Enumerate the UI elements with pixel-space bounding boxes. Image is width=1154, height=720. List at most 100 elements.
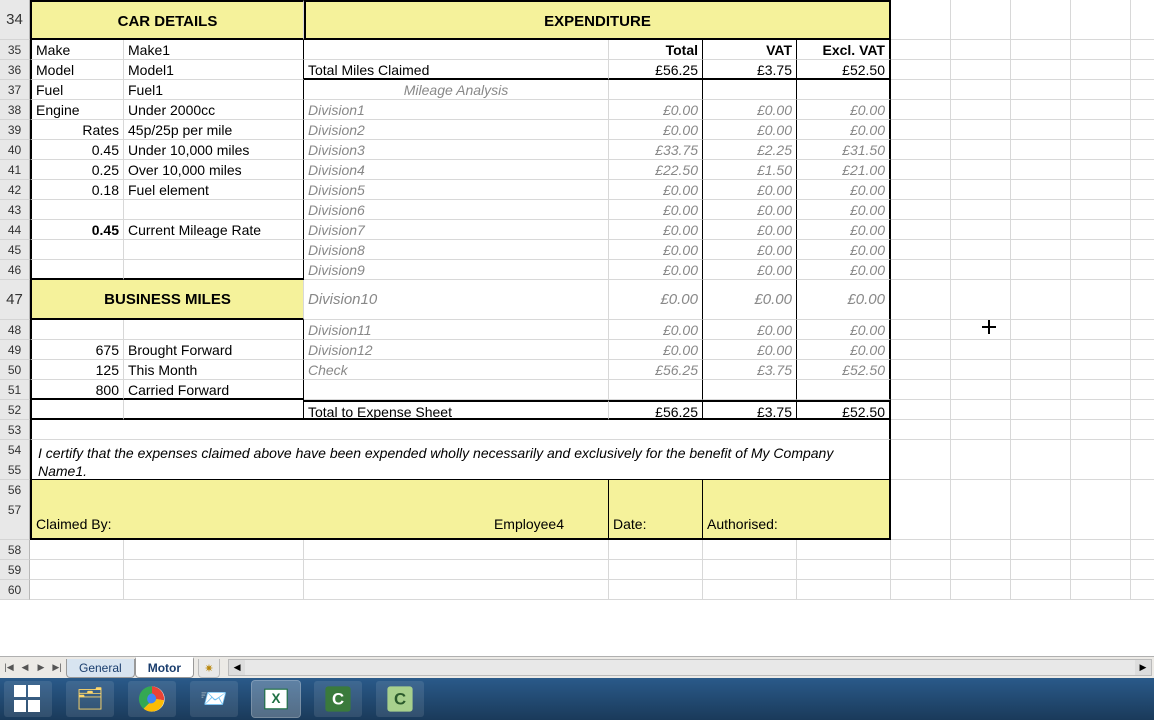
- current-rate[interactable]: Current Mileage Rate: [124, 220, 304, 240]
- date-block[interactable]: Date:: [609, 480, 703, 540]
- bf[interactable]: Brought Forward: [124, 340, 304, 360]
- file-explorer-icon[interactable]: 🗂: [66, 681, 114, 717]
- grid[interactable]: 34 CAR DETAILS EXPENDITURE 35 Make Make1…: [0, 0, 1154, 600]
- empty-cell[interactable]: [951, 0, 1011, 40]
- check: Check: [304, 360, 609, 380]
- value-fuel[interactable]: Fuel1: [124, 80, 304, 100]
- authorised-label: Authorised:: [707, 514, 778, 534]
- row-header[interactable]: 49: [0, 340, 30, 360]
- svg-text:C: C: [332, 690, 344, 709]
- row-header[interactable]: 36: [0, 60, 30, 80]
- cf-val[interactable]: 800: [30, 380, 124, 400]
- excel-icon[interactable]: X: [252, 681, 300, 717]
- row-header[interactable]: 48: [0, 320, 30, 340]
- row-header[interactable]: 52: [0, 400, 30, 420]
- division: Division10: [304, 280, 609, 320]
- empty-cell[interactable]: [304, 40, 609, 60]
- start-button[interactable]: [4, 681, 52, 717]
- taskbar: 🗂 📨 X C C: [0, 678, 1154, 720]
- header-vat: VAT: [703, 40, 797, 60]
- svg-text:X: X: [272, 691, 281, 706]
- row-header[interactable]: 40: [0, 140, 30, 160]
- division: Division9: [304, 260, 609, 280]
- row-header[interactable]: 58: [0, 540, 30, 560]
- tab-nav-buttons: |◀ ◀ ▶ ▶|: [0, 657, 66, 678]
- row-header[interactable]: 5455: [0, 440, 30, 480]
- svg-text:C: C: [394, 690, 406, 709]
- current-rate-val[interactable]: 0.45: [30, 220, 124, 240]
- tab-prev-icon[interactable]: ◀: [18, 661, 32, 675]
- row-header[interactable]: 47: [0, 280, 30, 320]
- value-rates[interactable]: 45p/25p per mile: [124, 120, 304, 140]
- row-header[interactable]: 60: [0, 580, 30, 600]
- label-total-miles: Total Miles Claimed: [304, 60, 609, 80]
- tab-last-icon[interactable]: ▶|: [50, 661, 64, 675]
- value-engine[interactable]: Under 2000cc: [124, 100, 304, 120]
- empty-cell[interactable]: [1131, 0, 1154, 40]
- label-engine: Engine: [30, 100, 124, 120]
- row-header[interactable]: 42: [0, 180, 30, 200]
- rate2-val[interactable]: 0.25: [30, 160, 124, 180]
- empty-cell[interactable]: [891, 0, 951, 40]
- rate2[interactable]: Over 10,000 miles: [124, 160, 304, 180]
- division: Division6: [304, 200, 609, 220]
- row-header[interactable]: 38: [0, 100, 30, 120]
- mileage-analysis: Mileage Analysis: [304, 80, 609, 100]
- division: Division8: [304, 240, 609, 260]
- camtasia-recorder-icon[interactable]: C: [376, 681, 424, 717]
- value-model[interactable]: Model1: [124, 60, 304, 80]
- rate3[interactable]: Fuel element: [124, 180, 304, 200]
- row-header[interactable]: 34: [0, 0, 30, 40]
- claimed-by-block[interactable]: Claimed By: Employee4: [30, 480, 609, 540]
- row-header[interactable]: 53: [0, 420, 30, 440]
- division: Division4: [304, 160, 609, 180]
- row-header[interactable]: 5657: [0, 480, 30, 540]
- tab-next-icon[interactable]: ▶: [34, 661, 48, 675]
- rate3-val[interactable]: 0.18: [30, 180, 124, 200]
- empty-cell[interactable]: [1011, 0, 1071, 40]
- tab-general[interactable]: General: [66, 659, 135, 678]
- val-total: £56.25: [609, 60, 703, 80]
- label-fuel: Fuel: [30, 80, 124, 100]
- bf-val[interactable]: 675: [30, 340, 124, 360]
- row-header[interactable]: 50: [0, 360, 30, 380]
- empty-cell[interactable]: [1071, 0, 1131, 40]
- authorised-block[interactable]: Authorised:: [703, 480, 891, 540]
- label-rates: Rates: [30, 120, 124, 140]
- total-label: Total to Expense Sheet: [304, 400, 609, 420]
- label-model: Model: [30, 60, 124, 80]
- tab-motor[interactable]: Motor: [135, 657, 194, 678]
- scroll-right-icon[interactable]: ▶: [1135, 660, 1151, 675]
- row-header[interactable]: 44: [0, 220, 30, 240]
- row-header[interactable]: 35: [0, 40, 30, 60]
- row-header[interactable]: 37: [0, 80, 30, 100]
- row-header[interactable]: 45: [0, 240, 30, 260]
- rate1-val[interactable]: 0.45: [30, 140, 124, 160]
- row-header[interactable]: 59: [0, 560, 30, 580]
- row-header[interactable]: 41: [0, 160, 30, 180]
- chrome-icon[interactable]: [128, 681, 176, 717]
- certification-text: I certify that the expenses claimed abov…: [30, 440, 891, 480]
- header-excl-vat: Excl. VAT: [797, 40, 891, 60]
- camtasia-editor-icon[interactable]: C: [314, 681, 362, 717]
- tm[interactable]: This Month: [124, 360, 304, 380]
- row-header[interactable]: 43: [0, 200, 30, 220]
- row-header[interactable]: 51: [0, 380, 30, 400]
- label-make: Make: [30, 40, 124, 60]
- tab-first-icon[interactable]: |◀: [2, 661, 16, 675]
- division: Division7: [304, 220, 609, 240]
- row-header[interactable]: 39: [0, 120, 30, 140]
- row-header[interactable]: 46: [0, 260, 30, 280]
- outlook-icon[interactable]: 📨: [190, 681, 238, 717]
- value-make[interactable]: Make1: [124, 40, 304, 60]
- horizontal-scrollbar[interactable]: ◀ ▶: [228, 659, 1152, 676]
- division: Division2: [304, 120, 609, 140]
- division: Division12: [304, 340, 609, 360]
- scroll-left-icon[interactable]: ◀: [229, 660, 245, 675]
- tm-val[interactable]: 125: [30, 360, 124, 380]
- spreadsheet-area: 34 CAR DETAILS EXPENDITURE 35 Make Make1…: [0, 0, 1154, 640]
- cf[interactable]: Carried Forward: [124, 380, 304, 400]
- rate1[interactable]: Under 10,000 miles: [124, 140, 304, 160]
- division: Division3: [304, 140, 609, 160]
- new-sheet-icon[interactable]: ✷: [198, 659, 220, 678]
